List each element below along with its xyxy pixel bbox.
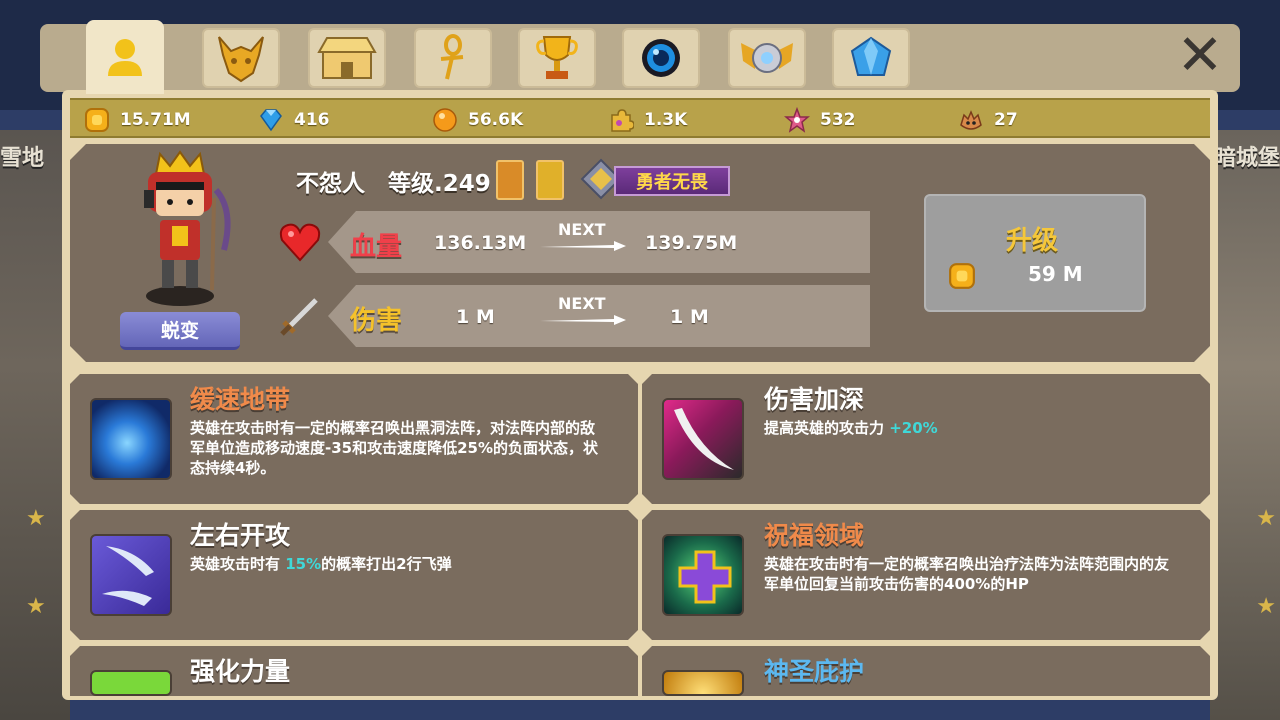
healing-cross-icon <box>662 534 744 616</box>
currency-gold-value: 15.71M <box>120 110 191 130</box>
hero-name: 不怨人 <box>296 171 365 197</box>
skill-name: 伤害加深 <box>764 385 865 414</box>
skill-name: 强化力量 <box>190 657 291 686</box>
skill-description: 英雄在攻击时有一定的概率召唤出治疗法阵为法阵范围内的友军单位回复当前攻击伤害的4… <box>764 555 1170 593</box>
currency-gold: 15.71M <box>84 107 191 133</box>
blue-orb-icon <box>642 39 680 77</box>
skill-description: 英雄在攻击时有一定的概率召唤出黑洞法阵，对法阵内部的敌军单位造成移动速度-35和… <box>190 419 599 477</box>
skill-book-icon[interactable] <box>496 160 524 200</box>
skill-name: 左右开攻 <box>190 521 291 550</box>
star-fragment-icon <box>784 107 810 133</box>
currency-star-value: 532 <box>820 110 856 130</box>
hp-label: 血量 <box>350 232 403 262</box>
medal-card-icon[interactable] <box>536 160 564 200</box>
blue-vortex-icon <box>90 398 172 480</box>
diamond-icon <box>260 109 282 132</box>
tab-ankh[interactable] <box>414 28 492 88</box>
close-button[interactable]: ✕ <box>1176 28 1224 84</box>
trophy-icon <box>536 36 578 79</box>
horned-helmet-icon <box>218 36 264 83</box>
title-badge: 勇者无畏 <box>614 166 730 196</box>
background-left-label: 雪地 <box>0 146 45 171</box>
tab-orb[interactable] <box>622 28 700 88</box>
skill-description: 提高英雄的攻击力 +20% <box>764 419 938 437</box>
currency-orb-value: 56.6K <box>468 110 524 130</box>
green-fist-icon <box>90 670 172 696</box>
damage-next-label: NEXT <box>558 294 606 313</box>
tab-emblem[interactable] <box>728 28 806 88</box>
heart-icon <box>279 223 321 262</box>
hp-next-label: NEXT <box>558 220 606 239</box>
currency-diamond-value: 416 <box>294 110 330 130</box>
tab-hero[interactable] <box>86 20 164 94</box>
hp-next-value: 139.75M <box>645 232 738 254</box>
orange-orb-icon <box>433 108 457 132</box>
background-right-scene <box>1210 130 1280 720</box>
blue-gem-icon <box>850 36 892 76</box>
star-icon: ★ <box>1256 506 1276 531</box>
currency-puzzle: 1.3K <box>608 107 687 133</box>
tab-trophy[interactable] <box>518 28 596 88</box>
skill-name: 神圣庇护 <box>764 657 865 686</box>
currency-orb: 56.6K <box>432 107 523 133</box>
upgrade-label: 升级 <box>1006 226 1059 256</box>
winged-emblem-icon <box>741 43 793 73</box>
skill-name: 缓速地带 <box>190 385 291 414</box>
hero-level: 等级.249 <box>388 171 491 197</box>
currency-beast: 27 <box>958 107 1018 133</box>
background-left-scene <box>0 130 70 720</box>
shop-icon <box>317 37 377 79</box>
damage-next-value: 1 M <box>670 306 709 328</box>
hero-icon <box>108 39 142 76</box>
damage-label: 伤害 <box>350 306 403 336</box>
evolve-button[interactable]: 蜕变 <box>120 312 240 350</box>
tab-shop[interactable] <box>308 28 386 88</box>
puzzle-piece-icon <box>611 109 634 132</box>
blade-slash-icon <box>662 398 744 480</box>
currency-star: 532 <box>784 107 856 133</box>
star-icon: ★ <box>1256 594 1276 619</box>
twin-daggers-icon <box>90 534 172 616</box>
tab-mount[interactable] <box>202 28 280 88</box>
gold-coin-icon <box>949 263 975 289</box>
close-icon: ✕ <box>1176 23 1224 88</box>
skill-name: 祝福领域 <box>764 521 865 550</box>
gold-coin-icon <box>85 108 109 132</box>
currency-bar: 15.71M 416 56.6K 1.3K 532 27 <box>70 98 1210 138</box>
tab-gem[interactable] <box>832 28 910 88</box>
skill-description: 英雄攻击时有 15%的概率打出2行飞弹 <box>190 555 452 573</box>
star-icon: ★ <box>26 506 46 531</box>
star-icon: ★ <box>26 594 46 619</box>
hero-avatar[interactable] <box>120 150 242 306</box>
arrow-right-icon <box>540 315 626 325</box>
arrow-right-icon <box>540 241 626 251</box>
currency-beast-value: 27 <box>994 110 1018 130</box>
background-right-label: 暗城堡 <box>1213 146 1280 171</box>
golden-halo-icon <box>662 670 744 696</box>
currency-puzzle-value: 1.3K <box>644 110 688 130</box>
beast-icon <box>960 110 982 130</box>
upgrade-cost: 59 M <box>1028 262 1083 286</box>
ankh-icon <box>440 34 464 80</box>
damage-current-value: 1 M <box>456 306 495 328</box>
currency-diamond: 416 <box>258 107 330 133</box>
sword-icon <box>280 298 318 336</box>
hp-current-value: 136.13M <box>434 232 527 254</box>
